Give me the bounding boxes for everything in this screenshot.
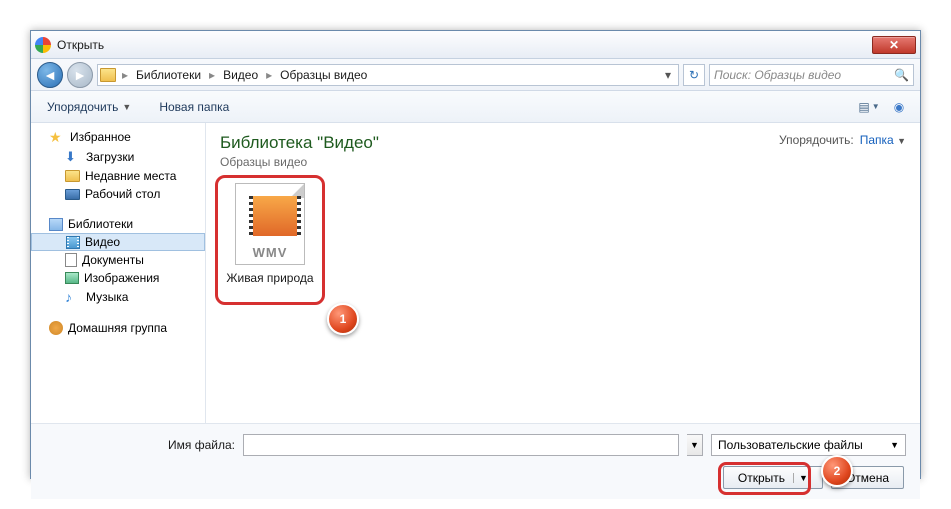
- search-placeholder: Поиск: Образцы видео: [714, 68, 841, 82]
- search-icon: 🔍: [894, 68, 909, 82]
- navbar: ◄ ► ▸ Библиотеки ▸ Видео ▸ Образцы видео…: [31, 59, 920, 91]
- sidebar-libraries[interactable]: Библиотеки: [31, 215, 205, 233]
- breadcrumb-dropdown[interactable]: ▾: [660, 68, 676, 82]
- open-dialog: Открыть ✕ ◄ ► ▸ Библиотеки ▸ Видео ▸ Обр…: [30, 30, 921, 479]
- refresh-button[interactable]: ↻: [683, 64, 705, 86]
- libraries-icon: [49, 218, 63, 231]
- back-button[interactable]: ◄: [37, 62, 63, 88]
- file-thumbnail: WMV: [235, 183, 305, 265]
- sidebar-item-documents[interactable]: Документы: [31, 251, 205, 269]
- pictures-icon: [65, 272, 79, 284]
- sidebar-favorites[interactable]: ★Избранное: [31, 127, 205, 147]
- chevron-down-icon: ▼: [122, 102, 131, 112]
- open-split-dropdown[interactable]: ▼: [793, 473, 808, 483]
- video-thumbnail-icon: [249, 196, 301, 236]
- sidebar-item-pictures[interactable]: Изображения: [31, 269, 205, 287]
- document-icon: [65, 253, 77, 267]
- window-title: Открыть: [57, 38, 872, 52]
- filename-label: Имя файла:: [45, 438, 235, 452]
- library-title: Библиотека "Видео": [220, 133, 379, 153]
- sidebar-homegroup[interactable]: Домашняя группа: [31, 319, 205, 337]
- arrange-by: Упорядочить: Папка ▼: [779, 133, 906, 147]
- chevron-down-icon: ▼: [897, 136, 906, 146]
- breadcrumb[interactable]: ▸ Библиотеки ▸ Видео ▸ Образцы видео ▾: [97, 64, 679, 86]
- toolbar: Упорядочить ▼ Новая папка ▤ ▼ ◉: [31, 91, 920, 123]
- arrange-value[interactable]: Папка ▼: [860, 133, 906, 147]
- chevron-right-icon: ▸: [262, 68, 276, 82]
- breadcrumb-item[interactable]: Образцы видео: [276, 66, 371, 84]
- chrome-icon: [35, 37, 51, 53]
- star-icon: ★: [49, 129, 65, 145]
- filename-input[interactable]: [243, 434, 679, 456]
- breadcrumb-item[interactable]: Библиотеки: [132, 66, 205, 84]
- dialog-footer: Имя файла: ▼ Пользовательские файлы ▼ От…: [31, 423, 920, 499]
- search-input[interactable]: Поиск: Образцы видео 🔍: [709, 64, 914, 86]
- sidebar-item-desktop[interactable]: Рабочий стол: [31, 185, 205, 203]
- filename-dropdown[interactable]: ▼: [687, 434, 703, 456]
- desktop-icon: [65, 189, 80, 200]
- download-icon: ⬇: [65, 149, 81, 165]
- annotation-badge-1: 1: [327, 303, 359, 335]
- video-icon: [66, 236, 80, 249]
- music-icon: ♪: [65, 289, 81, 305]
- file-item[interactable]: WMV Живая природа: [220, 183, 320, 285]
- open-button[interactable]: Открыть ▼: [723, 466, 823, 489]
- help-button[interactable]: ◉: [886, 96, 912, 118]
- sidebar: ★Избранное ⬇Загрузки Недавние места Рабо…: [31, 123, 206, 423]
- view-options-button[interactable]: ▤ ▼: [856, 96, 882, 118]
- file-name: Живая природа: [220, 271, 320, 285]
- homegroup-icon: [49, 321, 63, 335]
- organize-button[interactable]: Упорядочить ▼: [39, 96, 139, 118]
- folder-icon: [65, 170, 80, 182]
- close-button[interactable]: ✕: [872, 36, 916, 54]
- sidebar-item-downloads[interactable]: ⬇Загрузки: [31, 147, 205, 167]
- content-pane: Библиотека "Видео" Образцы видео Упорядо…: [206, 123, 920, 423]
- file-type-filter[interactable]: Пользовательские файлы ▼: [711, 434, 906, 456]
- titlebar: Открыть ✕: [31, 31, 920, 59]
- chevron-right-icon: ▸: [118, 68, 132, 82]
- folder-icon: [100, 68, 116, 82]
- library-subtitle: Образцы видео: [220, 155, 379, 169]
- breadcrumb-item[interactable]: Видео: [219, 66, 262, 84]
- forward-button[interactable]: ►: [67, 62, 93, 88]
- chevron-right-icon: ▸: [205, 68, 219, 82]
- sidebar-item-music[interactable]: ♪Музыка: [31, 287, 205, 307]
- new-folder-button[interactable]: Новая папка: [151, 96, 237, 118]
- sidebar-item-recent[interactable]: Недавние места: [31, 167, 205, 185]
- sidebar-item-video[interactable]: Видео: [31, 233, 205, 251]
- file-extension: WMV: [253, 245, 288, 260]
- annotation-badge-2: 2: [821, 455, 853, 487]
- chevron-down-icon: ▼: [890, 440, 899, 450]
